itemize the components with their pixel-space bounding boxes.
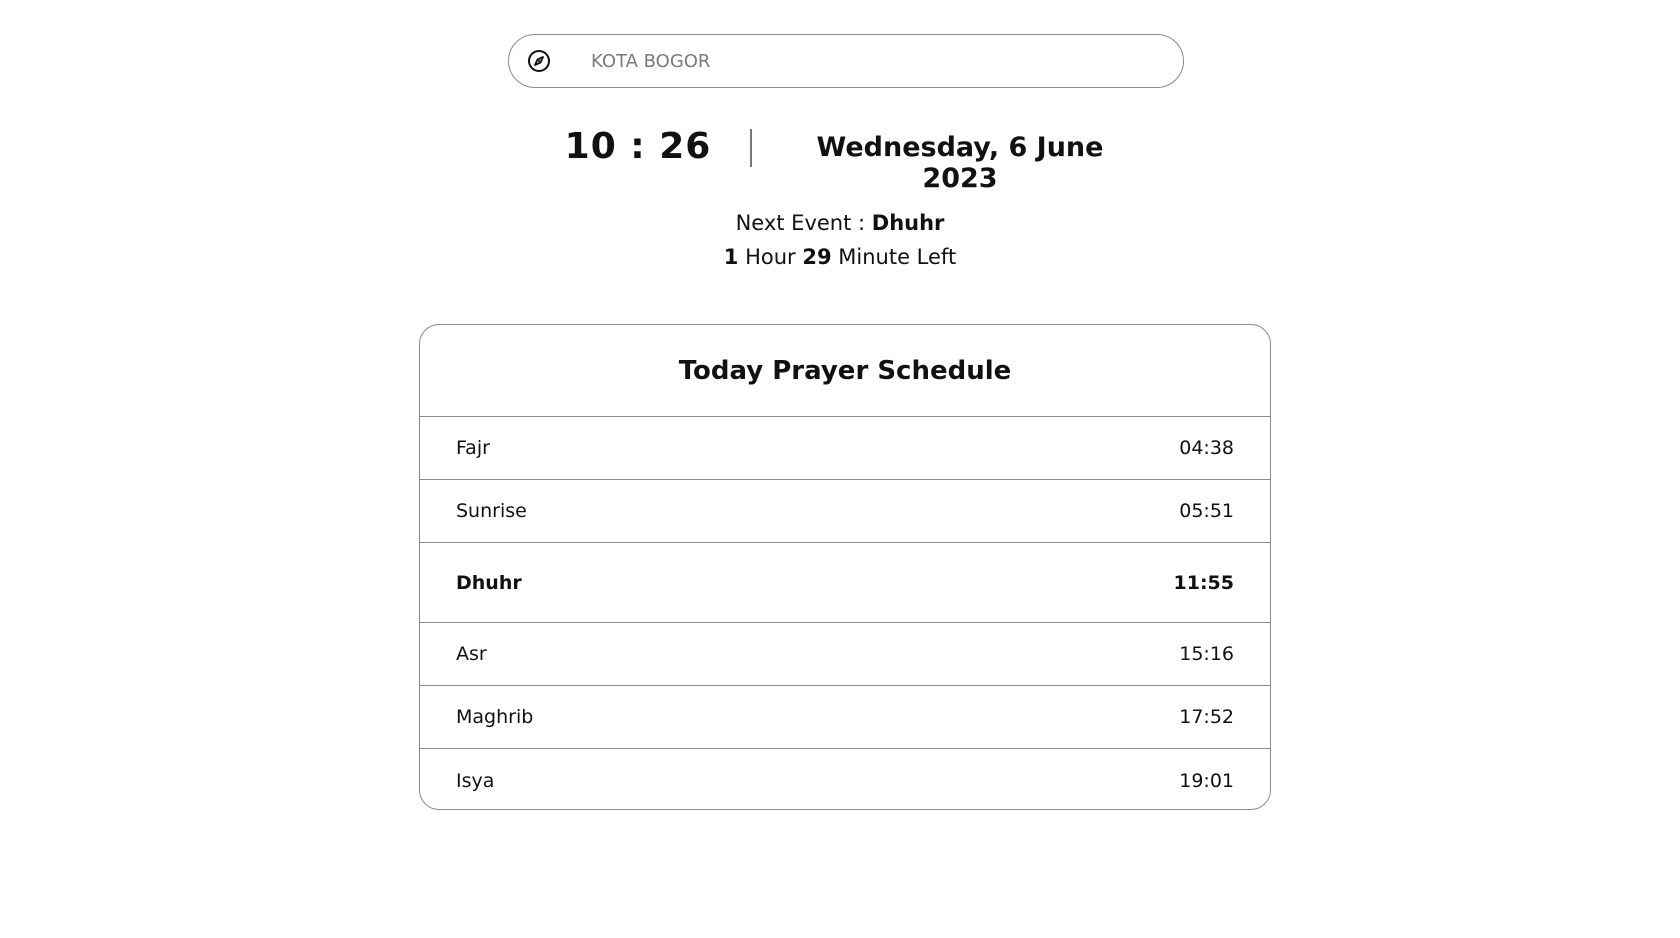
prayer-name: Sunrise [456,500,527,522]
prayer-name: Maghrib [456,706,534,728]
prayer-row-dhuhr: Dhuhr 11:55 [420,543,1270,623]
prayer-row-asr: Asr 15:16 [420,623,1270,686]
prayer-time: 04:38 [1179,437,1234,459]
prayer-name: Dhuhr [456,571,522,594]
prayer-schedule-card: Today Prayer Schedule Fajr 04:38 Sunrise… [419,324,1271,810]
prayer-time: 17:52 [1179,706,1234,728]
clock-divider [750,129,752,167]
city-search-input[interactable] [591,41,1151,81]
prayer-time: 15:16 [1179,643,1234,665]
prayer-row-maghrib: Maghrib 17:52 [420,686,1270,749]
city-search-bar[interactable] [508,34,1184,88]
prayer-row-fajr: Fajr 04:38 [420,417,1270,480]
prayer-time: 19:01 [1179,769,1234,792]
next-event-prefix: Next Event : [735,211,872,235]
compass-icon[interactable] [527,49,551,73]
current-time: 10 : 26 [564,126,712,167]
next-event-line: Next Event : Dhuhr [0,206,1680,240]
prayer-name: Fajr [456,437,490,459]
hour-label: Hour [738,245,803,269]
prayer-time: 05:51 [1179,500,1234,522]
next-event-name: Dhuhr [871,211,945,235]
schedule-title: Today Prayer Schedule [420,325,1270,417]
prayer-time: 11:55 [1173,571,1234,594]
prayer-row-isya: Isya 19:01 [420,749,1270,809]
time-left-line: 1 Hour 29 Minute Left [0,240,1680,274]
prayer-name: Asr [456,643,487,665]
prayer-name: Isya [456,769,495,792]
hours-left: 1 [723,245,739,269]
clock-row: 10 : 26 Wednesday, 6 June 2023 [0,120,1680,194]
minutes-left: 29 [802,245,832,269]
current-date: Wednesday, 6 June 2023 [816,132,1104,194]
prayer-row-sunrise: Sunrise 05:51 [420,480,1270,543]
minute-label: Minute Left [831,245,957,269]
prayer-time-page: 10 : 26 Wednesday, 6 June 2023 Next Even… [0,0,1680,938]
next-event-panel: Next Event : Dhuhr 1 Hour 29 Minute Left [0,206,1680,274]
